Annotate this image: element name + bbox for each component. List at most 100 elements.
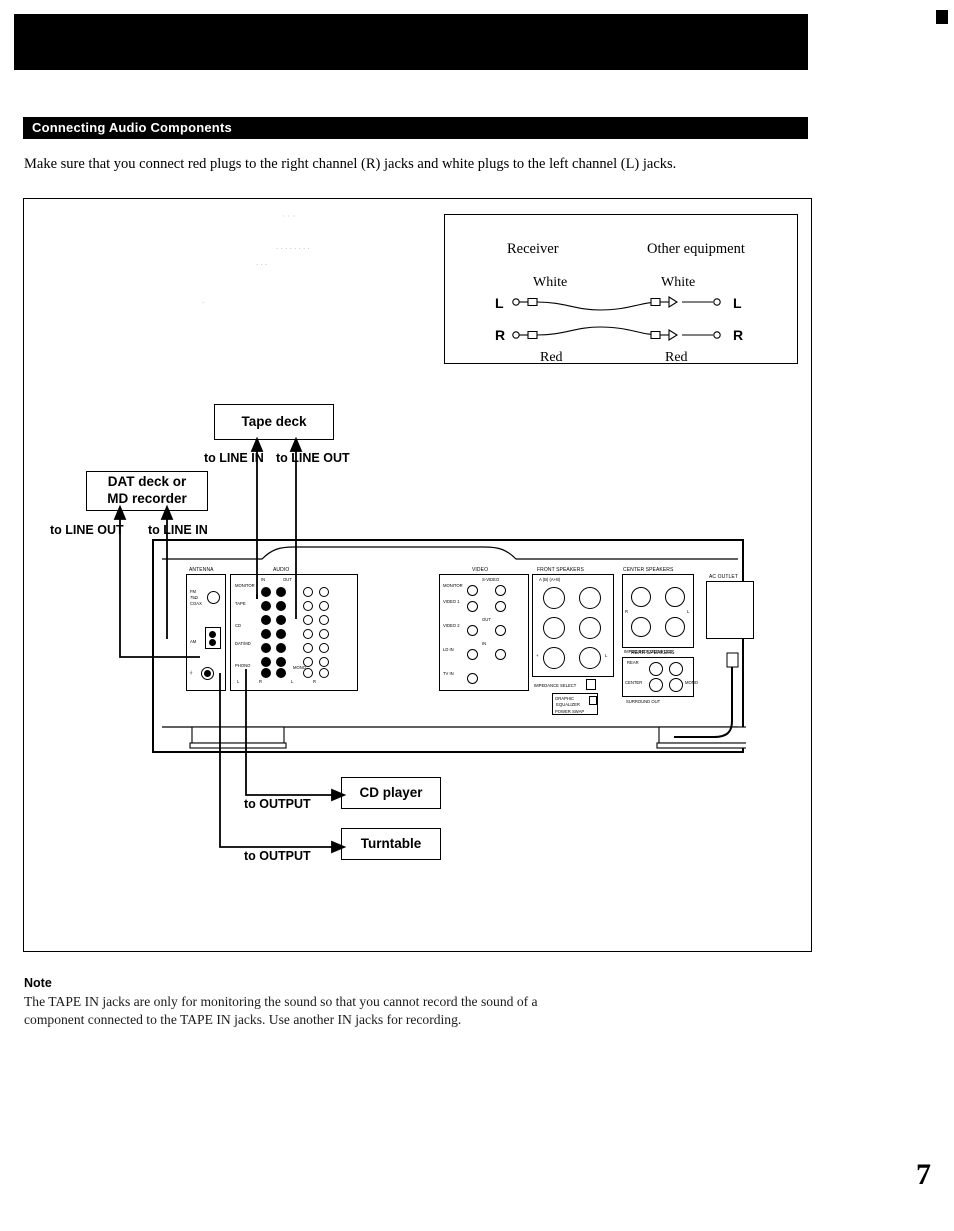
callout-dat-deck-line1: DAT deck or: [107, 474, 187, 490]
audio-jack-e1: [261, 643, 271, 653]
rear-center-label: CENTER: [625, 680, 643, 685]
front-speaker-term-3: [543, 617, 565, 639]
audio-jack-c1: [261, 615, 271, 625]
label-to-line-out-tape: to LINE OUT: [276, 451, 350, 465]
front-speaker-minus: L: [605, 653, 608, 658]
front-speaker-term-5: [543, 647, 565, 669]
connection-diagram: · · · . . . . . . . . . . . . Receiver O…: [23, 198, 812, 952]
audio-jack-h1: [303, 587, 313, 597]
audio-row-phono-label: PHONO: [235, 663, 251, 668]
impedance-select-label: IMPEDANCE SELECT: [534, 683, 577, 688]
section-heading-bar: Connecting Audio Components: [23, 117, 808, 139]
audio-jack-i2: [319, 601, 329, 611]
video-row-ldin: LD IN: [443, 647, 454, 652]
video-row-video2: VIDEO 2: [443, 623, 460, 628]
audio-jack-m2: [319, 657, 329, 667]
power-swap-label: POWER SWAP: [555, 709, 585, 714]
audio-row-cd-label: CD: [235, 623, 242, 628]
center-speakers-label: CENTER SPEAKERS: [623, 567, 674, 573]
audio-jack-a1: [261, 587, 271, 597]
audio-jack-d1: [261, 629, 271, 639]
video-col-svideo: S-VIDEO: [482, 577, 500, 582]
audio-row-datmd-label: DAT/MD: [235, 641, 251, 646]
am-terminal-1: [209, 631, 216, 638]
fm-antenna-jack: [207, 591, 220, 604]
audio-jack-g1: [261, 668, 271, 678]
callout-dat-deck-line2: MD recorder: [107, 491, 187, 506]
antenna-panel-label: ANTENNA: [189, 567, 214, 573]
center-speaker-term-1: [631, 587, 651, 607]
rear-speakers-panel: REAR SPEAKERS REAR CENTER MONO: [622, 650, 698, 697]
audio-jack-k1: [303, 629, 313, 639]
ac-outlet-panel: AC OUTLET: [706, 574, 754, 639]
ghost-text-1: · · ·: [282, 211, 296, 221]
ghost-text-2: . . . . . . . .: [276, 241, 310, 251]
callout-dat-deck: DAT deck or MD recorder: [86, 471, 208, 511]
rear-speaker-term-3: [649, 678, 663, 692]
audio-jack-b1: [261, 601, 271, 611]
audio-col-out-label: OUT: [283, 577, 292, 582]
audio-jack-d2: [276, 629, 286, 639]
audio-row-tape-label: TAPE: [235, 601, 246, 606]
audio-row-monitor-label: MONITOR: [235, 583, 255, 588]
label-to-line-in-tape: to LINE IN: [204, 451, 264, 465]
fm-coax-label-2: COAX: [190, 601, 202, 606]
video-jack-1: [467, 585, 478, 596]
audio-jack-j2: [319, 615, 329, 625]
video-jack-9: [467, 673, 478, 684]
audio-jack-a2: [276, 587, 286, 597]
ghost-text-3: . . .: [256, 257, 268, 267]
plug-color-legend: Receiver Other equipment White White Red…: [444, 214, 798, 365]
callout-turntable-label: Turntable: [360, 835, 422, 851]
audio-row-bottom-r: R: [259, 679, 263, 684]
audio-jack-g2: [276, 668, 286, 678]
front-speakers-panel: FRONT SPEAKERS A (B) (A+B) + L: [532, 567, 614, 677]
video-jack-7: [467, 649, 478, 660]
impedance-select-switch[interactable]: [586, 679, 596, 690]
video-jack-5: [467, 625, 478, 636]
audio-jack-l1: [303, 643, 313, 653]
am-terminal-2: [209, 639, 216, 646]
callout-cd-player: CD player: [341, 777, 441, 809]
audio-jack-b2: [276, 601, 286, 611]
center-speaker-term-3: [631, 617, 651, 637]
section-heading-text: Connecting Audio Components: [32, 120, 232, 135]
callout-tape-deck: Tape deck: [214, 404, 334, 440]
front-speakers-label: FRONT SPEAKERS: [537, 567, 584, 573]
audio-jack-c2: [276, 615, 286, 625]
rear-speakers-label: REAR SPEAKERS: [631, 650, 675, 656]
power-swap-switch[interactable]: [589, 696, 597, 705]
note-body: The TAPE IN jacks are only for monitorin…: [24, 994, 538, 1027]
video-jack-2: [495, 585, 506, 596]
audio-mono-label: MONO: [293, 665, 307, 670]
audio-jack-e2: [276, 643, 286, 653]
callout-cd-player-label: CD player: [359, 784, 423, 800]
header-black-bar: [14, 14, 808, 70]
rear-mono-label: MONO: [685, 680, 699, 685]
rear-speaker-term-4: [669, 678, 683, 692]
ghost-text-4: .: [202, 295, 205, 305]
page-number: 7: [916, 1158, 931, 1191]
label-to-line-in-dat: to LINE IN: [148, 523, 208, 537]
video-panel-label: VIDEO: [472, 567, 489, 573]
power-swap-sub-label: EQUALIZER: [555, 702, 580, 707]
front-speaker-term-6: [579, 647, 601, 669]
signal-ground-label: ⏚: [189, 670, 194, 675]
center-speakers-panel: CENTER SPEAKERS R L: [622, 567, 694, 648]
fm-label: FM: [190, 589, 197, 594]
rear-speaker-rear-label: REAR: [627, 660, 639, 665]
front-speaker-term-2: [579, 587, 601, 609]
antenna-panel: ANTENNA FM 75Ω COAX AM ⏚: [186, 567, 226, 691]
power-swap-top-label: GRAPHIC: [555, 696, 575, 701]
center-speaker-term-4: [665, 617, 685, 637]
label-to-line-out-dat: to LINE OUT: [50, 523, 124, 537]
legend-cable-graphic: [512, 296, 721, 341]
note-title: Note: [24, 976, 52, 990]
rear-speaker-term-1: [649, 662, 663, 676]
audio-jack-k2: [319, 629, 329, 639]
video-row-monitor: MONITOR: [443, 583, 463, 588]
audio-panel-label: AUDIO: [273, 567, 290, 573]
video-jack-8: [495, 649, 506, 660]
video-col-in: IN: [482, 641, 487, 646]
video-row-video1: VIDEO 1: [443, 599, 460, 604]
